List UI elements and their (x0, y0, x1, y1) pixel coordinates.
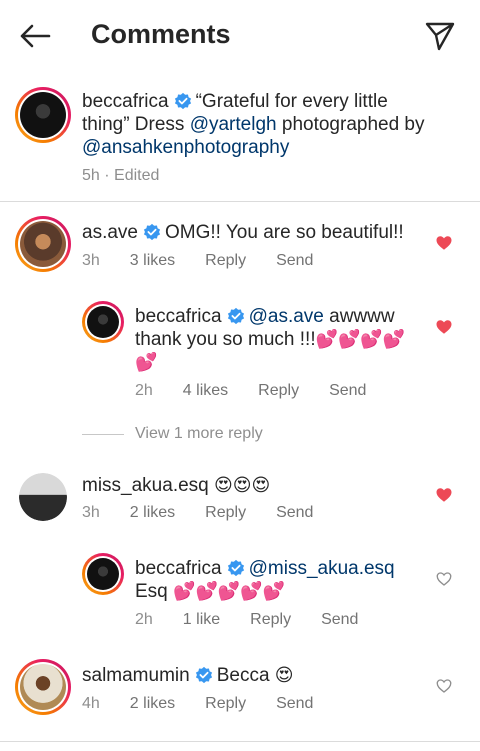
verified-badge-icon (227, 559, 244, 577)
caption-text: photographed by (276, 114, 425, 135)
send-button[interactable]: Send (276, 252, 313, 269)
comment-text: awwww (323, 306, 395, 327)
caption-text: thing” Dress (82, 114, 190, 135)
mention-link[interactable]: @miss_akua.esq (249, 558, 395, 579)
comment-text: thank you so much !!! (135, 329, 316, 350)
avatar[interactable] (15, 87, 71, 143)
send-button[interactable]: Send (276, 504, 313, 521)
avatar[interactable] (15, 659, 71, 715)
arrow-left-icon (20, 24, 51, 48)
verified-badge-icon (143, 223, 161, 241)
likes-count[interactable]: 2 likes (130, 504, 175, 521)
divider (0, 741, 480, 742)
heart-icon[interactable] (435, 234, 453, 252)
likes-count[interactable]: 3 likes (130, 252, 175, 269)
emoji-text: 💕💕💕💕 (315, 329, 406, 350)
view-more-replies[interactable]: View 1 more reply (135, 425, 263, 443)
heart-icon[interactable] (435, 486, 453, 504)
avatar[interactable] (82, 301, 124, 343)
caption-text: “Grateful for every little (195, 91, 388, 112)
username[interactable]: salmamumin (82, 665, 190, 686)
mention-link[interactable]: @yartelgh (190, 114, 277, 135)
verified-badge-icon (174, 92, 191, 110)
verified-badge-icon (195, 666, 212, 684)
comment-time: 2h (135, 382, 153, 399)
send-button[interactable]: Send (276, 695, 313, 712)
header: Comments (0, 0, 480, 72)
comment-text: OMG!! You are so beautiful!! (164, 222, 404, 243)
paper-plane-icon (425, 22, 455, 51)
avatar[interactable] (15, 216, 71, 272)
emoji-text: 💕💕💕💕💕 (173, 581, 286, 602)
comment-text: Esq (135, 581, 174, 602)
share-button[interactable] (422, 18, 458, 54)
username[interactable]: as.ave (82, 222, 138, 243)
username[interactable]: beccafrica (135, 306, 222, 327)
comment-time: 4h (82, 695, 100, 712)
reply-button[interactable]: Reply (258, 382, 299, 399)
username[interactable]: beccafrica (82, 91, 169, 112)
likes-count[interactable]: 4 likes (183, 382, 228, 399)
avatar[interactable] (82, 553, 124, 595)
reply-button[interactable]: Reply (205, 695, 246, 712)
mention-link[interactable]: @ansahkenphotography (82, 137, 289, 158)
verified-badge-icon (227, 307, 244, 325)
send-button[interactable]: Send (329, 382, 366, 399)
heart-icon[interactable] (435, 677, 453, 695)
mention-link[interactable]: @as.ave (249, 306, 324, 327)
avatar[interactable] (19, 473, 67, 521)
page-title: Comments (91, 19, 231, 49)
username[interactable]: beccafrica (135, 558, 222, 579)
emoji-text: 😍😍😍 (214, 475, 271, 496)
comment-text: Becca (216, 665, 275, 686)
comment-time: 3h (82, 252, 100, 269)
reply-button[interactable]: Reply (250, 611, 291, 628)
post-caption: beccafrica “Grateful for every little thi… (0, 72, 480, 202)
back-button[interactable] (18, 20, 52, 52)
likes-count[interactable]: 2 likes (130, 695, 175, 712)
heart-icon[interactable] (435, 318, 453, 336)
send-button[interactable]: Send (321, 611, 358, 628)
heart-icon[interactable] (435, 570, 453, 588)
emoji-text: 😍 (274, 665, 294, 686)
caption-meta: 5h · Edited (82, 167, 160, 184)
likes-count[interactable]: 1 like (183, 611, 220, 628)
emoji-text: 💕 (135, 352, 158, 373)
reply-button[interactable]: Reply (205, 504, 246, 521)
username[interactable]: miss_akua.esq (82, 475, 209, 496)
comment-time: 3h (82, 504, 100, 521)
thread-divider (82, 434, 124, 435)
comment-time: 2h (135, 611, 153, 628)
reply-button[interactable]: Reply (205, 252, 246, 269)
